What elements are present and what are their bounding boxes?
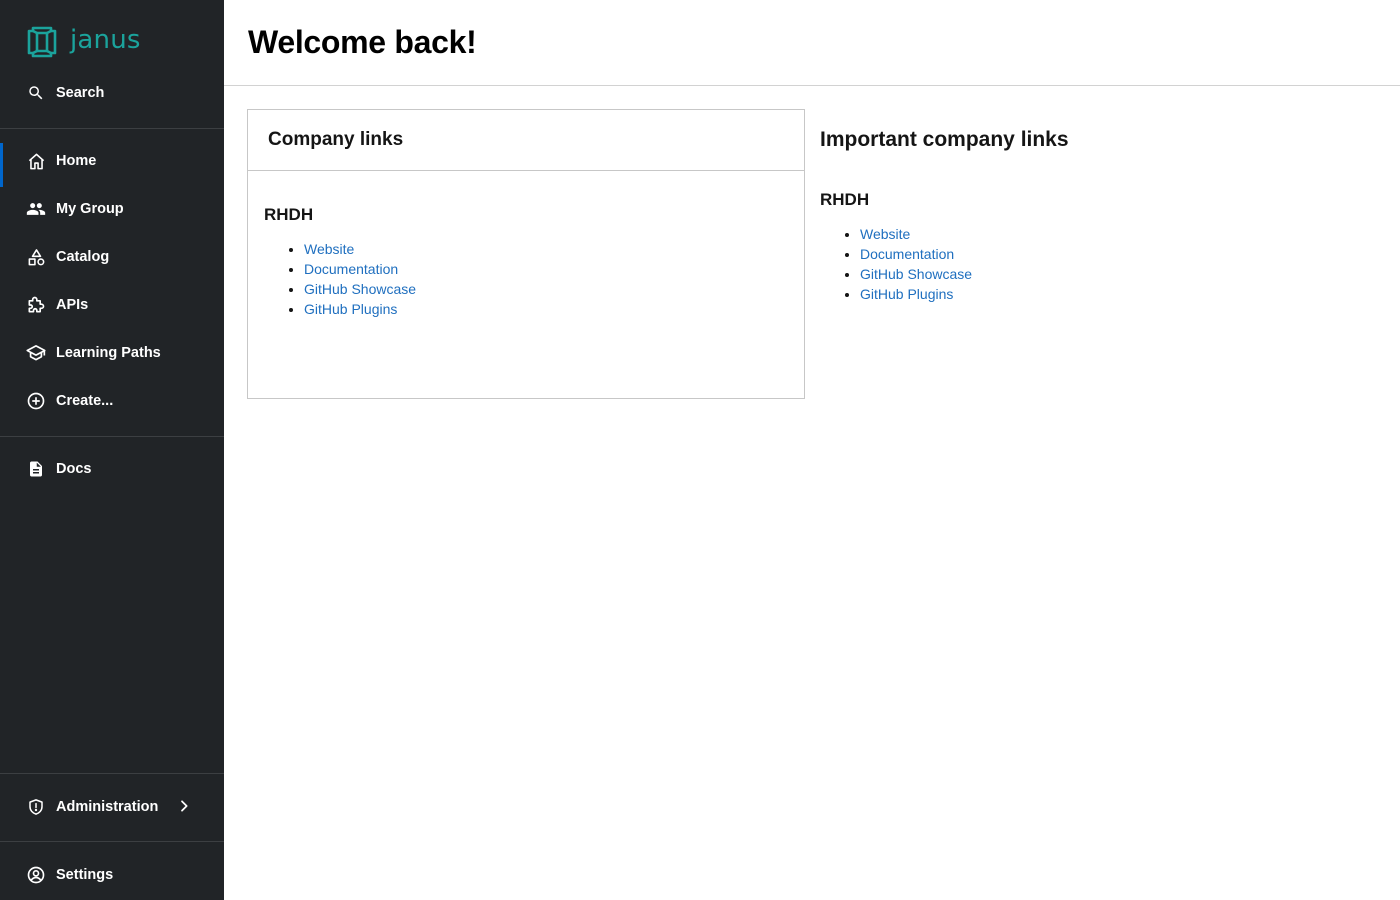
sidebar-item-label: Settings xyxy=(56,867,114,883)
page-title: Welcome back! xyxy=(248,24,477,60)
sidebar-item-search[interactable]: Search xyxy=(0,71,224,115)
add-circle-icon xyxy=(26,391,46,411)
catalog-icon xyxy=(26,247,46,267)
sidebar-item-settings[interactable]: Settings xyxy=(0,853,224,897)
logo[interactable]: janus xyxy=(24,24,141,60)
documentation-link[interactable]: Documentation xyxy=(860,246,954,262)
sidebar: janus Search Home My Group Catalog APIs xyxy=(0,0,224,900)
sidebar-item-administration[interactable]: Administration xyxy=(0,785,224,829)
github-showcase-link[interactable]: GitHub Showcase xyxy=(860,266,972,282)
github-showcase-link[interactable]: GitHub Showcase xyxy=(304,281,416,297)
sidebar-item-label: APIs xyxy=(56,297,89,313)
list-item: Documentation xyxy=(304,259,788,279)
group-icon xyxy=(26,199,46,219)
sidebar-item-label: Administration xyxy=(56,799,159,815)
sidebar-item-label: Search xyxy=(56,85,105,101)
school-icon xyxy=(26,343,46,363)
page-header: Welcome back! xyxy=(224,0,1400,86)
sidebar-item-home[interactable]: Home xyxy=(0,139,224,187)
list-item: Documentation xyxy=(860,244,1380,264)
card-header: Company links xyxy=(248,110,804,171)
sidebar-item-catalog[interactable]: Catalog xyxy=(0,235,224,279)
sidebar-item-label: Create... xyxy=(56,393,114,409)
link-group-title: RHDH xyxy=(264,205,314,224)
sidebar-item-label: Home xyxy=(56,153,97,169)
github-plugins-link[interactable]: GitHub Plugins xyxy=(304,301,397,317)
janus-logo-icon xyxy=(27,26,57,58)
website-link[interactable]: Website xyxy=(860,226,910,242)
shield-icon xyxy=(26,797,46,817)
section-title: Important company links xyxy=(820,128,1069,151)
brand-name: janus xyxy=(70,25,141,55)
documentation-link[interactable]: Documentation xyxy=(304,261,398,277)
sidebar-item-docs[interactable]: Docs xyxy=(0,447,224,491)
list-item: GitHub Plugins xyxy=(860,284,1380,304)
important-links-panel: Important company links RHDH Website Doc… xyxy=(820,128,1380,304)
home-icon xyxy=(26,151,46,171)
card-title: Company links xyxy=(268,129,404,150)
sidebar-divider xyxy=(0,436,224,437)
sidebar-divider xyxy=(0,773,224,774)
chevron-right-icon[interactable] xyxy=(176,798,192,819)
list-item: GitHub Showcase xyxy=(860,264,1380,284)
search-icon xyxy=(26,83,46,103)
sidebar-item-apis[interactable]: APIs xyxy=(0,283,224,327)
link-list: Website Documentation GitHub Showcase Gi… xyxy=(820,224,1380,304)
puzzle-icon xyxy=(26,295,46,315)
link-group-title: RHDH xyxy=(820,190,870,209)
sidebar-item-label: My Group xyxy=(56,201,124,217)
link-list: Website Documentation GitHub Showcase Gi… xyxy=(264,239,788,319)
sidebar-item-label: Catalog xyxy=(56,249,110,265)
list-item: Website xyxy=(860,224,1380,244)
sidebar-item-label: Learning Paths xyxy=(56,345,161,361)
github-plugins-link[interactable]: GitHub Plugins xyxy=(860,286,953,302)
list-item: GitHub Showcase xyxy=(304,279,788,299)
sidebar-item-create[interactable]: Create... xyxy=(0,379,224,423)
website-link[interactable]: Website xyxy=(304,241,354,257)
sidebar-divider xyxy=(0,841,224,842)
document-icon xyxy=(26,459,46,479)
sidebar-divider xyxy=(0,128,224,129)
sidebar-item-label: Docs xyxy=(56,461,92,477)
list-item: GitHub Plugins xyxy=(304,299,788,319)
list-item: Website xyxy=(304,239,788,259)
company-links-card: Company links RHDH Website Documentation… xyxy=(247,109,805,399)
sidebar-item-my-group[interactable]: My Group xyxy=(0,187,224,231)
sidebar-item-learning-paths[interactable]: Learning Paths xyxy=(0,331,224,375)
account-circle-icon xyxy=(26,865,46,885)
card-body: RHDH Website Documentation GitHub Showca… xyxy=(248,171,804,319)
